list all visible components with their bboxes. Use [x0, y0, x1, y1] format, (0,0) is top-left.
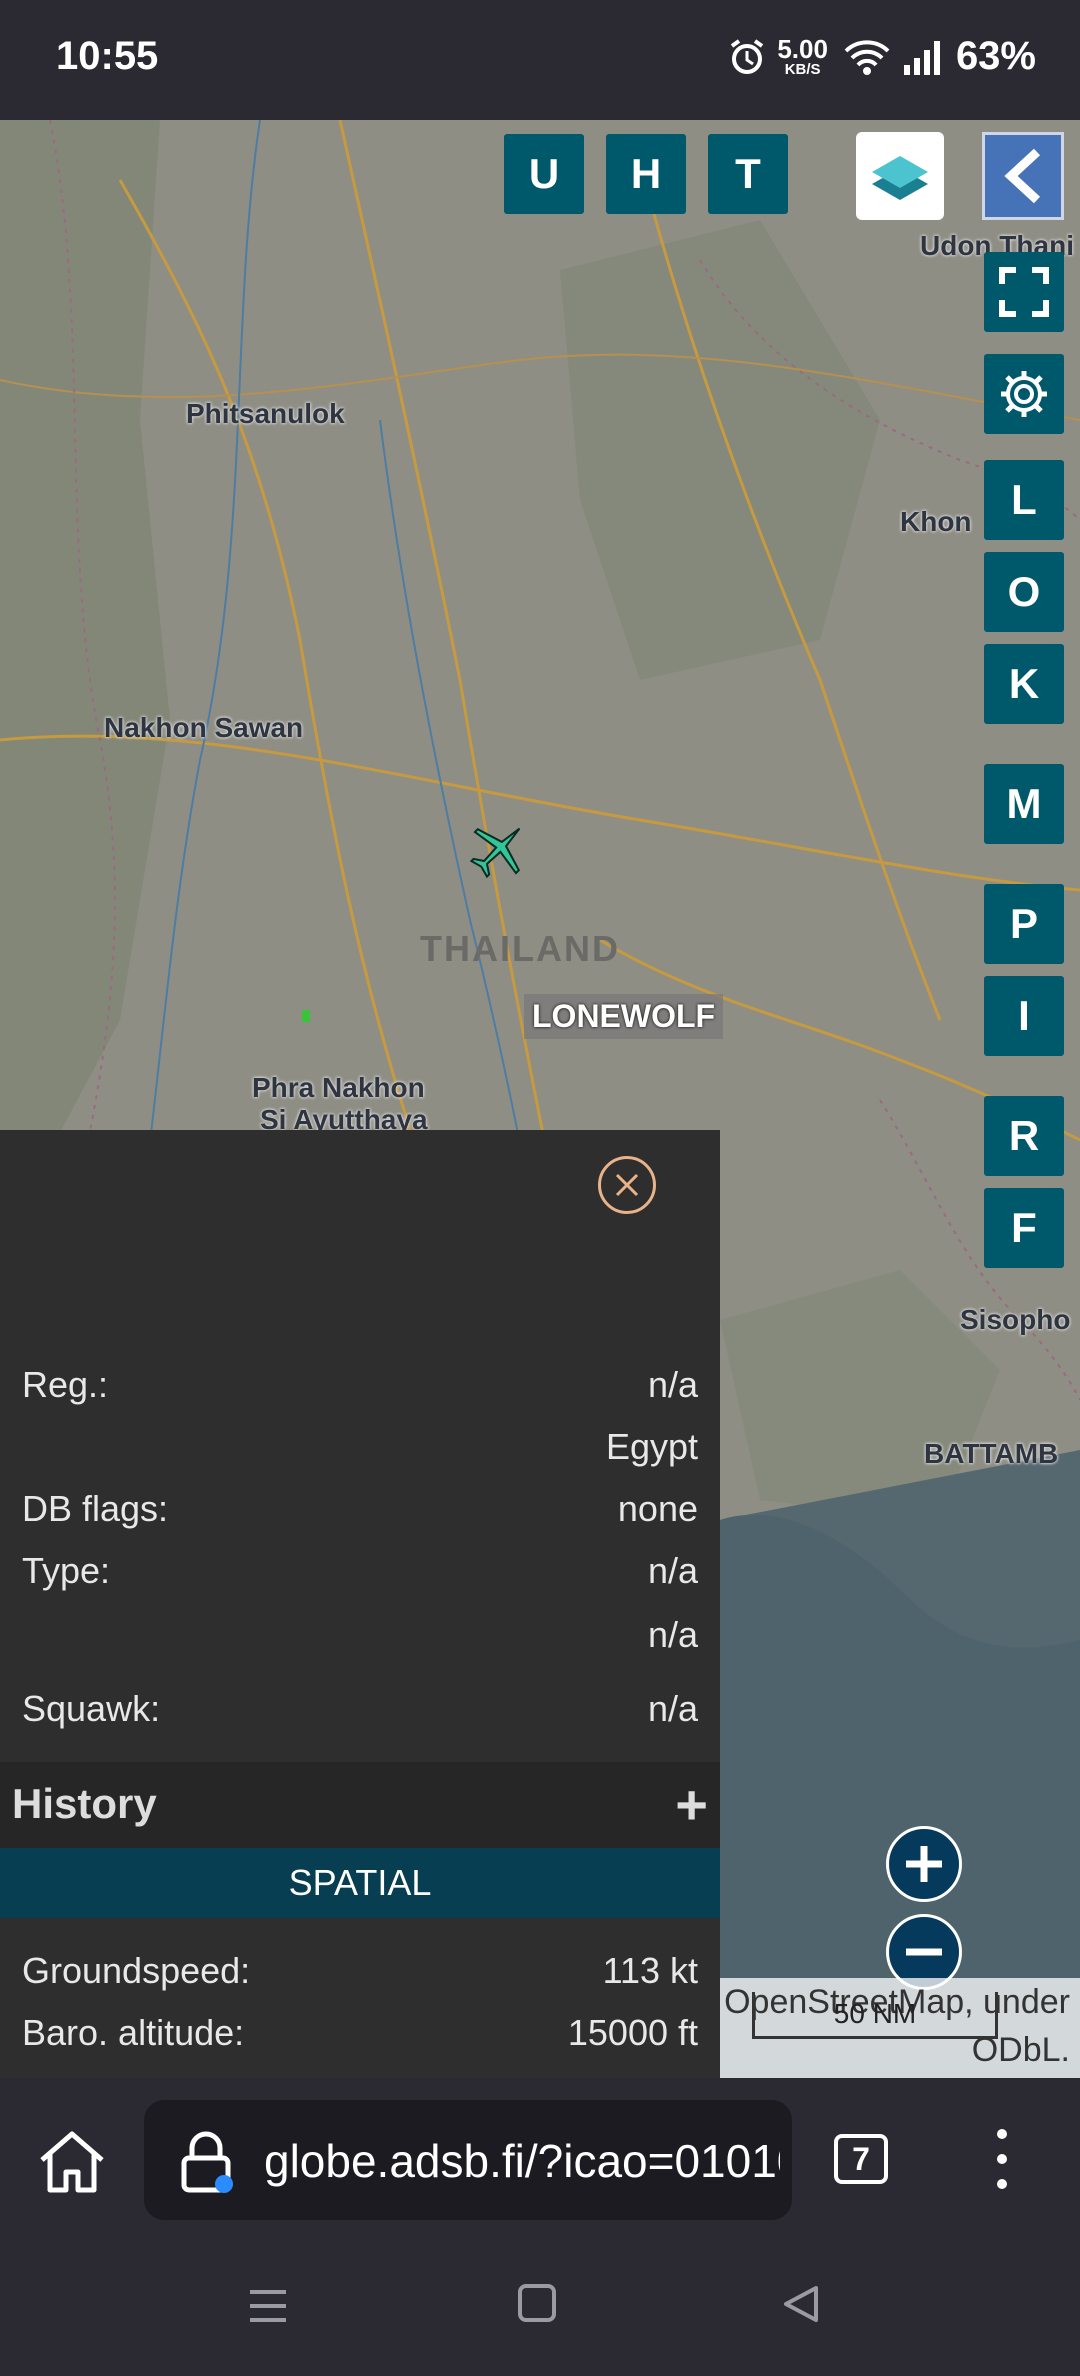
map-label-phitsanulok: Phitsanulok: [186, 398, 345, 429]
aircraft-icon[interactable]: [466, 816, 532, 882]
home-icon[interactable]: [36, 2128, 108, 2196]
expand-history-button[interactable]: +: [675, 1772, 708, 1837]
m-button[interactable]: M: [984, 764, 1064, 844]
address-bar[interactable]: globe.adsb.fi/?icao=010101: [144, 2100, 792, 2220]
info-label: Baro. altitude:: [22, 2012, 245, 2053]
minus-icon: [906, 1948, 942, 1956]
o-button[interactable]: O: [984, 552, 1064, 632]
info-row-baro-altitude: Baro. altitude: 15000 ft: [22, 2012, 698, 2054]
home-nav-icon[interactable]: [516, 2282, 558, 2324]
tab-count-button[interactable]: 7: [834, 2134, 888, 2184]
fullscreen-button[interactable]: [984, 252, 1064, 332]
info-label: Squawk:: [22, 1688, 161, 1729]
info-value: n/a: [647, 1688, 698, 1729]
back-nav-icon[interactable]: [780, 2282, 822, 2326]
gear-icon: [1001, 371, 1047, 417]
alarm-icon: [731, 38, 764, 74]
status-bar: 10:55 5.00 KB/S 63%: [0, 0, 1080, 120]
t-button[interactable]: T: [708, 134, 788, 214]
net-speed: 5.00 KB/S: [777, 34, 828, 78]
map-label-khon: Khon: [900, 506, 972, 537]
more-menu-icon[interactable]: [990, 2124, 1014, 2194]
lock-icon: [181, 2131, 233, 2193]
recents-icon[interactable]: [246, 2286, 290, 2326]
p-button[interactable]: P: [984, 884, 1064, 964]
map-label-battambang: BATTAMB: [924, 1438, 1059, 1469]
k-button[interactable]: K: [984, 644, 1064, 724]
signal-icon: [903, 40, 940, 75]
r-button[interactable]: R: [984, 1096, 1064, 1176]
map-label-phra-nakhon: Phra Nakhon: [252, 1072, 425, 1103]
info-row-country: Egypt: [22, 1426, 698, 1468]
info-value: n/a: [647, 1550, 698, 1591]
map-label-nakhon-sawan: Nakhon Sawan: [104, 712, 304, 743]
fullscreen-icon: [999, 267, 1049, 317]
info-label: Groundspeed:: [22, 1950, 251, 1991]
map-label-country: THAILAND: [420, 928, 620, 969]
info-value: 113 kt: [602, 1950, 698, 1991]
close-icon: [615, 1173, 639, 1197]
info-row-reg: Reg.: n/a: [22, 1364, 698, 1406]
info-row-type: Type: n/a: [22, 1550, 698, 1592]
info-label: Reg.:: [22, 1364, 109, 1405]
info-row-groundspeed: Groundspeed: 113 kt: [22, 1950, 698, 1992]
battery-level: 63%: [955, 34, 1036, 78]
aircraft-label[interactable]: LONEWOLF: [524, 994, 724, 1039]
map-scale: 50 NM: [752, 1992, 998, 2039]
url-text[interactable]: globe.adsb.fi/?icao=010101: [264, 2134, 780, 2188]
l-button[interactable]: L: [984, 460, 1064, 540]
settings-button[interactable]: [984, 354, 1064, 434]
u-button[interactable]: U: [504, 134, 584, 214]
system-nav-bar: [0, 2246, 1080, 2376]
history-title: History: [12, 1780, 157, 1827]
info-label: Type:: [22, 1550, 111, 1591]
h-button[interactable]: H: [606, 134, 686, 214]
info-row-type-desc: n/a: [22, 1614, 698, 1656]
f-button[interactable]: F: [984, 1188, 1064, 1268]
zoom-in-button[interactable]: [886, 1826, 962, 1902]
info-row-db-flags: DB flags: none: [22, 1488, 698, 1530]
i-button[interactable]: I: [984, 976, 1064, 1056]
spatial-tab[interactable]: SPATIAL: [0, 1848, 720, 1918]
info-value: n/a: [647, 1614, 698, 1655]
ground-marker[interactable]: [302, 1010, 310, 1022]
info-value: none: [617, 1488, 698, 1529]
info-row-squawk: Squawk: n/a: [22, 1688, 698, 1730]
close-button[interactable]: [598, 1156, 656, 1214]
info-value: n/a: [647, 1364, 698, 1405]
info-value: Egypt: [605, 1426, 698, 1467]
chevron-left-icon: [1004, 148, 1041, 204]
status-icons: 5.00 KB/S 63%: [727, 34, 1036, 79]
layers-button[interactable]: [856, 132, 944, 220]
clock: 10:55: [56, 34, 159, 78]
history-section-header[interactable]: History +: [0, 1762, 720, 1848]
aircraft-info-panel: Reg.: n/a Egypt DB flags: none Type: n/a…: [0, 1130, 720, 2078]
plus-icon: [906, 1846, 942, 1882]
map-label-sisopho: Sisopho: [960, 1304, 1071, 1335]
collapse-sidebar-button[interactable]: [982, 132, 1064, 220]
wifi-icon: [844, 39, 890, 75]
info-value: 15000 ft: [567, 2012, 698, 2053]
layers-icon: [872, 156, 928, 200]
browser-toolbar: globe.adsb.fi/?icao=010101 7: [0, 2078, 1080, 2246]
info-label: DB flags:: [22, 1488, 169, 1529]
